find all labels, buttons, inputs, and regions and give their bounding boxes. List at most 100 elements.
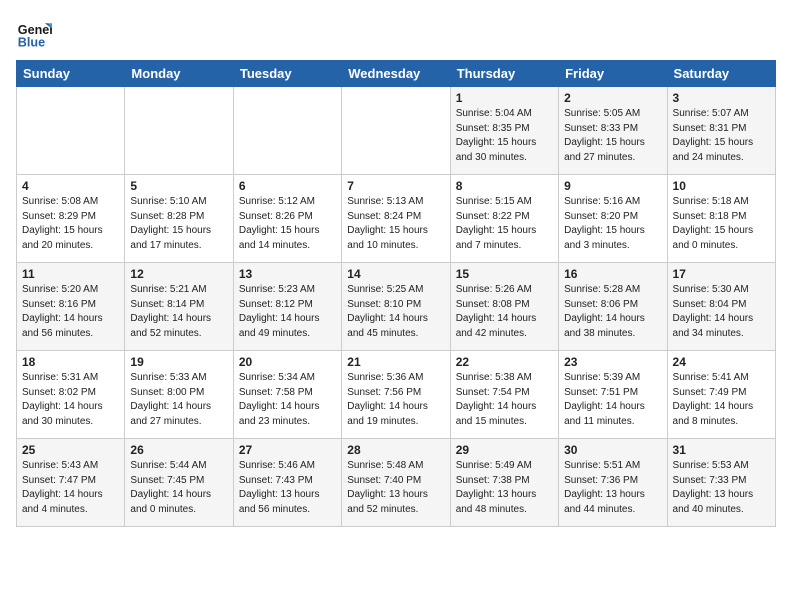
day-info: Sunrise: 5:46 AM Sunset: 7:43 PM Dayligh…: [239, 459, 336, 517]
calendar-cell: 23Sunrise: 5:39 AM Sunset: 7:51 PM Dayli…: [559, 351, 667, 439]
calendar-cell: 5 Sunrise: 5:10 AM Sunset: 8:28 PM Daylig…: [125, 175, 233, 263]
calendar-week-1: 1 Sunrise: 5:04 AM Sunset: 8:35 PM Daylig…: [17, 87, 776, 175]
col-monday: Monday: [125, 61, 233, 87]
day-info: Sunrise: 5:43 AM Sunset: 7:47 PM Dayligh…: [22, 459, 119, 517]
calendar-cell: 22 Sunrise: 5:38 AM Sunset: 7:54 PM Dayli…: [450, 351, 558, 439]
day-info: Sunrise: 5:16 AM Sunset: 8:20 PM Dayligh…: [564, 195, 661, 253]
calendar-cell: 14Sunrise: 5:25 AM Sunset: 8:10 PM Dayli…: [342, 263, 450, 351]
day-info: Sunrise: 5:51 AM Sunset: 7:36 PM Dayligh…: [564, 459, 661, 517]
day-number: 9: [564, 179, 661, 193]
day-number: 10: [673, 179, 770, 193]
day-number: 2: [564, 91, 661, 105]
calendar-cell: 19 Sunrise: 5:33 AM Sunset: 8:00 PM Dayli…: [125, 351, 233, 439]
calendar-cell: [342, 87, 450, 175]
calendar-cell: 15 Sunrise: 5:26 AM Sunset: 8:08 PM Dayli…: [450, 263, 558, 351]
day-number: 14: [347, 267, 444, 281]
calendar-cell: 24 Sunrise: 5:41 AM Sunset: 7:49 PM Dayli…: [667, 351, 775, 439]
calendar-cell: 2 Sunrise: 5:05 AM Sunset: 8:33 PM Daylig…: [559, 87, 667, 175]
day-number: 20: [239, 355, 336, 369]
calendar-cell: 31Sunrise: 5:53 AM Sunset: 7:33 PM Dayli…: [667, 439, 775, 527]
calendar-cell: 10 Sunrise: 5:18 AM Sunset: 8:18 PM Dayli…: [667, 175, 775, 263]
calendar-cell: 7 Sunrise: 5:13 AM Sunset: 8:24 PM Daylig…: [342, 175, 450, 263]
day-number: 12: [130, 267, 227, 281]
calendar-cell: 11 Sunrise: 5:20 AM Sunset: 8:16 PM Dayli…: [17, 263, 125, 351]
day-number: 5: [130, 179, 227, 193]
calendar-cell: 12 Sunrise: 5:21 AM Sunset: 8:14 PM Dayli…: [125, 263, 233, 351]
logo-icon: General Blue: [16, 16, 52, 52]
col-sunday: Sunday: [17, 61, 125, 87]
svg-text:Blue: Blue: [18, 36, 45, 50]
day-number: 17: [673, 267, 770, 281]
day-info: Sunrise: 5:21 AM Sunset: 8:14 PM Dayligh…: [130, 283, 227, 341]
day-number: 8: [456, 179, 553, 193]
calendar-cell: 9 Sunrise: 5:16 AM Sunset: 8:20 PM Daylig…: [559, 175, 667, 263]
day-info: Sunrise: 5:34 AM Sunset: 7:58 PM Dayligh…: [239, 371, 336, 429]
col-thursday: Thursday: [450, 61, 558, 87]
col-saturday: Saturday: [667, 61, 775, 87]
day-number: 7: [347, 179, 444, 193]
col-tuesday: Tuesday: [233, 61, 341, 87]
calendar-week-5: 25Sunrise: 5:43 AM Sunset: 7:47 PM Dayli…: [17, 439, 776, 527]
day-number: 19: [130, 355, 227, 369]
day-number: 11: [22, 267, 119, 281]
calendar-week-2: 4 Sunrise: 5:08 AM Sunset: 8:29 PM Daylig…: [17, 175, 776, 263]
day-info: Sunrise: 5:33 AM Sunset: 8:00 PM Dayligh…: [130, 371, 227, 429]
calendar-week-4: 18 Sunrise: 5:31 AM Sunset: 8:02 PM Dayli…: [17, 351, 776, 439]
day-number: 16: [564, 267, 661, 281]
calendar-cell: 27 Sunrise: 5:46 AM Sunset: 7:43 PM Dayli…: [233, 439, 341, 527]
day-number: 13: [239, 267, 336, 281]
day-info: Sunrise: 5:49 AM Sunset: 7:38 PM Dayligh…: [456, 459, 553, 517]
day-info: Sunrise: 5:10 AM Sunset: 8:28 PM Dayligh…: [130, 195, 227, 253]
day-number: 15: [456, 267, 553, 281]
day-number: 22: [456, 355, 553, 369]
day-number: 6: [239, 179, 336, 193]
calendar-cell: 30 Sunrise: 5:51 AM Sunset: 7:36 PM Dayli…: [559, 439, 667, 527]
calendar-week-3: 11 Sunrise: 5:20 AM Sunset: 8:16 PM Dayli…: [17, 263, 776, 351]
day-info: Sunrise: 5:13 AM Sunset: 8:24 PM Dayligh…: [347, 195, 444, 253]
day-number: 29: [456, 443, 553, 457]
calendar-cell: 1 Sunrise: 5:04 AM Sunset: 8:35 PM Daylig…: [450, 87, 558, 175]
day-info: Sunrise: 5:20 AM Sunset: 8:16 PM Dayligh…: [22, 283, 119, 341]
day-number: 27: [239, 443, 336, 457]
col-friday: Friday: [559, 61, 667, 87]
day-info: Sunrise: 5:23 AM Sunset: 8:12 PM Dayligh…: [239, 283, 336, 341]
day-number: 1: [456, 91, 553, 105]
calendar-cell: 16Sunrise: 5:28 AM Sunset: 8:06 PM Dayli…: [559, 263, 667, 351]
calendar-cell: [125, 87, 233, 175]
calendar-cell: 4 Sunrise: 5:08 AM Sunset: 8:29 PM Daylig…: [17, 175, 125, 263]
day-number: 3: [673, 91, 770, 105]
calendar-cell: [17, 87, 125, 175]
calendar-cell: 29 Sunrise: 5:49 AM Sunset: 7:38 PM Dayli…: [450, 439, 558, 527]
calendar-cell: 21Sunrise: 5:36 AM Sunset: 7:56 PM Dayli…: [342, 351, 450, 439]
day-info: Sunrise: 5:08 AM Sunset: 8:29 PM Dayligh…: [22, 195, 119, 253]
calendar-body: 1 Sunrise: 5:04 AM Sunset: 8:35 PM Daylig…: [17, 87, 776, 527]
day-info: Sunrise: 5:04 AM Sunset: 8:35 PM Dayligh…: [456, 107, 553, 165]
calendar-cell: 25Sunrise: 5:43 AM Sunset: 7:47 PM Dayli…: [17, 439, 125, 527]
day-number: 24: [673, 355, 770, 369]
calendar-cell: 13 Sunrise: 5:23 AM Sunset: 8:12 PM Dayli…: [233, 263, 341, 351]
logo: General Blue: [16, 16, 52, 52]
calendar-cell: 18 Sunrise: 5:31 AM Sunset: 8:02 PM Dayli…: [17, 351, 125, 439]
day-info: Sunrise: 5:05 AM Sunset: 8:33 PM Dayligh…: [564, 107, 661, 165]
calendar-cell: 8Sunrise: 5:15 AM Sunset: 8:22 PM Daylig…: [450, 175, 558, 263]
header-row: Sunday Monday Tuesday Wednesday Thursday…: [17, 61, 776, 87]
day-info: Sunrise: 5:38 AM Sunset: 7:54 PM Dayligh…: [456, 371, 553, 429]
day-number: 4: [22, 179, 119, 193]
header: General Blue: [16, 16, 776, 52]
calendar-cell: 17 Sunrise: 5:30 AM Sunset: 8:04 PM Dayli…: [667, 263, 775, 351]
day-info: Sunrise: 5:18 AM Sunset: 8:18 PM Dayligh…: [673, 195, 770, 253]
day-info: Sunrise: 5:41 AM Sunset: 7:49 PM Dayligh…: [673, 371, 770, 429]
calendar-cell: [233, 87, 341, 175]
day-number: 18: [22, 355, 119, 369]
day-info: Sunrise: 5:12 AM Sunset: 8:26 PM Dayligh…: [239, 195, 336, 253]
day-info: Sunrise: 5:26 AM Sunset: 8:08 PM Dayligh…: [456, 283, 553, 341]
day-number: 31: [673, 443, 770, 457]
day-info: Sunrise: 5:31 AM Sunset: 8:02 PM Dayligh…: [22, 371, 119, 429]
day-info: Sunrise: 5:30 AM Sunset: 8:04 PM Dayligh…: [673, 283, 770, 341]
calendar-cell: 28Sunrise: 5:48 AM Sunset: 7:40 PM Dayli…: [342, 439, 450, 527]
col-wednesday: Wednesday: [342, 61, 450, 87]
day-info: Sunrise: 5:36 AM Sunset: 7:56 PM Dayligh…: [347, 371, 444, 429]
calendar-cell: 20 Sunrise: 5:34 AM Sunset: 7:58 PM Dayli…: [233, 351, 341, 439]
day-number: 28: [347, 443, 444, 457]
day-number: 30: [564, 443, 661, 457]
